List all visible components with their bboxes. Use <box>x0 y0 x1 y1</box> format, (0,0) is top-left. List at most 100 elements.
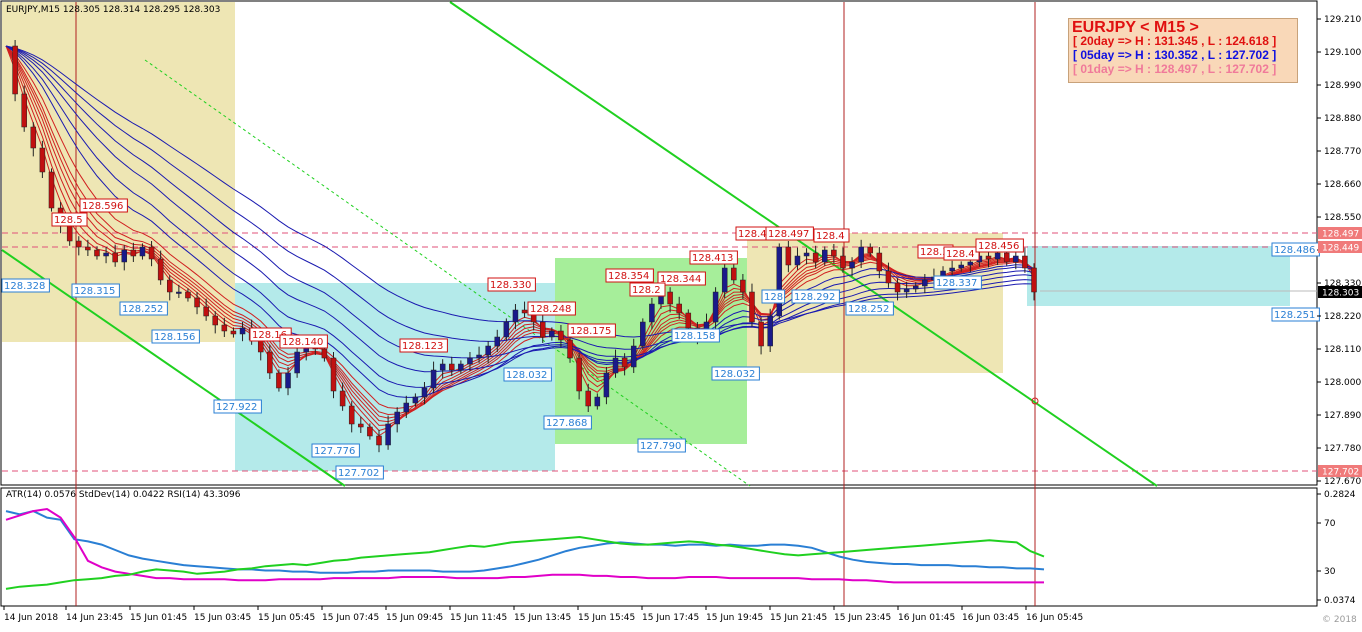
candle-body <box>321 348 328 359</box>
price-label-text: 128.251 <box>1274 310 1315 321</box>
candle-body <box>912 285 919 290</box>
candle-body <box>985 255 992 260</box>
candle-body <box>794 255 801 266</box>
x-tick-label: 14 Jun 2018 <box>4 613 58 623</box>
price-label: 128.328 <box>1 278 50 293</box>
x-tick-label: 15 Jun 03:45 <box>194 613 251 623</box>
price-label-text: 128.413 <box>692 253 733 264</box>
candle-body <box>167 279 173 293</box>
candle-body <box>221 324 228 332</box>
candle-body <box>394 411 400 425</box>
y-tick-label: 127.670 <box>1324 477 1361 487</box>
range-info-box: EURJPY < M15 > [ 20day => H : 131.345 , … <box>1068 18 1298 83</box>
candle-body <box>449 363 455 371</box>
price-label-text: 128.032 <box>714 369 755 380</box>
candle-body <box>803 252 810 257</box>
candle-body <box>576 357 582 392</box>
price-badge-text: 128.497 <box>1322 230 1359 240</box>
x-tick-label: 15 Jun 01:45 <box>130 613 187 623</box>
y-tick-label: 128.990 <box>1324 81 1361 91</box>
candle-body <box>822 249 828 263</box>
candle-body <box>39 147 46 173</box>
candle-body <box>348 405 355 425</box>
price-label-text: 128.123 <box>402 341 443 352</box>
price-label-text: 127.868 <box>546 418 587 429</box>
candle-body <box>212 315 218 326</box>
price-label-text: 128.032 <box>506 370 547 381</box>
candle-body <box>603 372 610 398</box>
candle-body <box>330 357 337 392</box>
candle-body <box>358 423 364 428</box>
candle-body <box>539 321 546 338</box>
candle-body <box>630 345 637 368</box>
indicator-y-tick-label: 70 <box>1324 519 1336 529</box>
x-tick-label: 15 Jun 17:45 <box>642 613 699 623</box>
candle-body <box>139 246 146 257</box>
candle-body <box>430 369 437 389</box>
candle-body <box>758 321 764 347</box>
price-label: 128.497 <box>765 226 814 241</box>
price-label-text: 128.252 <box>122 304 163 315</box>
price-label: 128.413 <box>689 250 738 265</box>
candle-body <box>194 297 200 308</box>
candle-body <box>849 261 855 269</box>
candle-body <box>412 396 419 404</box>
price-label-text: 128.330 <box>490 280 531 291</box>
candle-body <box>840 255 846 269</box>
price-label-text: 127.776 <box>314 446 355 457</box>
chart-header: EURJPY,M15 128.305 128.314 128.295 128.3… <box>6 5 221 15</box>
price-label-text: 128.5 <box>54 215 83 226</box>
candle-body <box>640 321 646 347</box>
price-label-text: 128.596 <box>82 201 123 212</box>
candle-body <box>922 279 928 287</box>
y-tick-label: 127.780 <box>1324 444 1361 454</box>
candle-body <box>230 330 237 335</box>
candle-body <box>667 291 673 305</box>
y-tick-label: 129.100 <box>1324 48 1361 58</box>
candle-body <box>421 387 428 398</box>
candle-body <box>376 435 382 446</box>
price-label: 128.252 <box>119 301 168 316</box>
price-label-text: 128.456 <box>978 241 1019 252</box>
y-tick-label: 129.210 <box>1324 15 1361 25</box>
copyright: © 2018 <box>1322 615 1357 625</box>
candle-body <box>239 327 246 335</box>
candle-body <box>585 390 591 407</box>
price-label-text: 128.175 <box>570 326 611 337</box>
y-tick-label: 128.110 <box>1324 345 1361 355</box>
price-label: 128.140 <box>279 334 328 349</box>
price-label: 128.596 <box>79 198 128 213</box>
info-line-05day: [ 05day => H : 130.352 , L : 127.702 ] <box>1073 48 1277 62</box>
candle-body <box>676 303 682 314</box>
price-label-text: 128.252 <box>848 304 889 315</box>
x-tick-label: 15 Jun 13:45 <box>514 613 571 623</box>
candle-body <box>767 315 773 347</box>
candle-body <box>185 291 191 299</box>
price-label: 128.175 <box>567 323 616 338</box>
price-label: 128.248 <box>527 301 576 316</box>
info-line-20day: [ 20day => H : 131.345 , L : 124.618 ] <box>1073 34 1277 48</box>
y-tick-label: 128.770 <box>1324 147 1361 157</box>
candle-body <box>94 249 100 257</box>
price-label: 128.4 <box>813 228 850 243</box>
price-label-text: 128.4 <box>816 231 845 242</box>
price-label: 127.776 <box>311 443 360 458</box>
candle-body <box>1031 267 1037 293</box>
candle-body <box>549 330 555 338</box>
price-label: 128.032 <box>711 366 760 381</box>
price-label-text: 127.702 <box>338 468 379 479</box>
candle-body <box>112 252 118 263</box>
y-tick-label: 128.880 <box>1324 114 1361 124</box>
price-label-text: 128.344 <box>660 274 701 285</box>
info-line-01day: [ 01day => H : 128.497 , L : 127.702 ] <box>1073 62 1277 76</box>
price-label: 128.337 <box>933 275 982 290</box>
price-label-text: 128.497 <box>768 229 809 240</box>
candle-body <box>1022 255 1028 269</box>
candle-body <box>176 291 182 294</box>
y-tick-label: 128.550 <box>1324 213 1361 223</box>
candle-body <box>567 339 573 359</box>
price-badge-text: 128.303 <box>1322 289 1359 299</box>
x-tick-label: 15 Jun 23:45 <box>834 613 891 623</box>
candle-body <box>858 246 864 263</box>
price-label-text: 128 <box>764 292 783 303</box>
